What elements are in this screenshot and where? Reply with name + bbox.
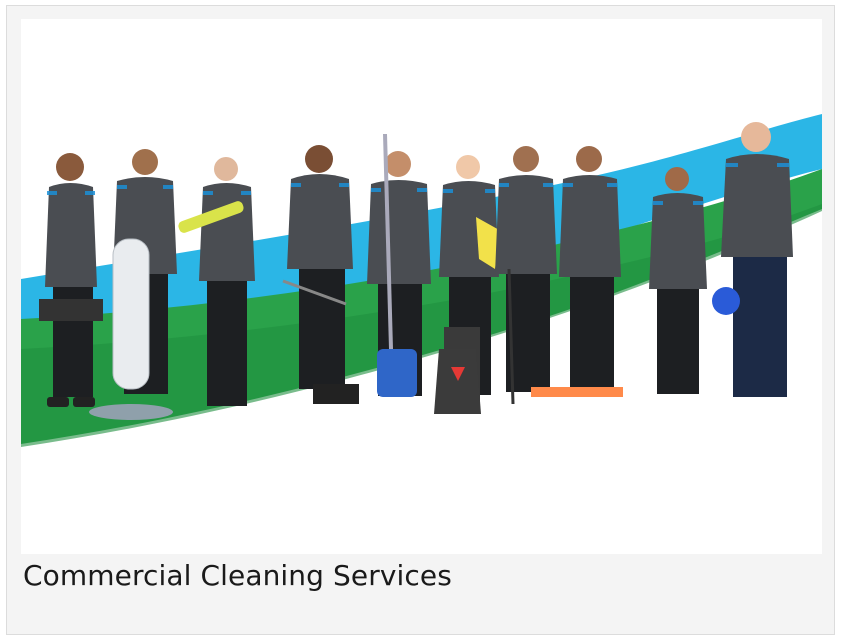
team-photo (21, 19, 822, 554)
card-caption[interactable]: Commercial Cleaning Services (23, 559, 452, 592)
product-card[interactable]: Commercial Cleaning Services (6, 5, 835, 635)
wet-floor-sign (434, 349, 481, 414)
